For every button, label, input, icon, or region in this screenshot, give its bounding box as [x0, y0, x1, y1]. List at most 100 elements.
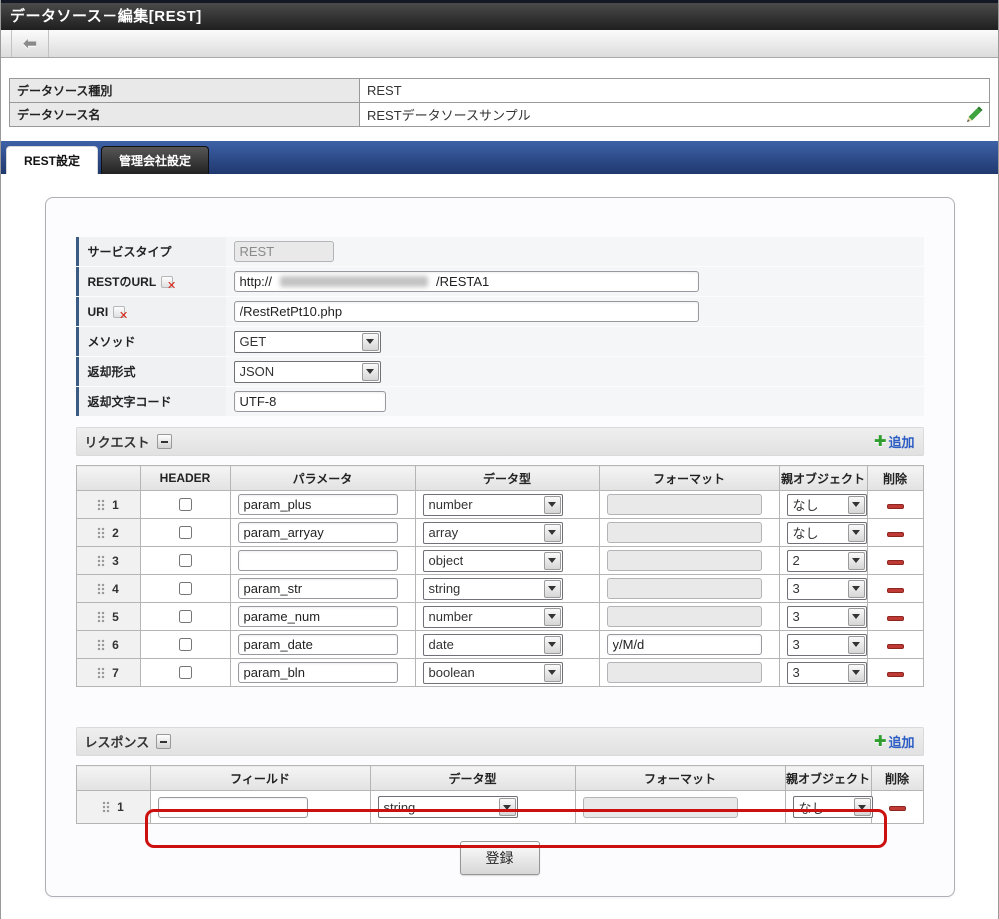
header-checkbox[interactable]	[179, 498, 192, 511]
header-checkbox[interactable]	[179, 526, 192, 539]
datatype-select[interactable]: boolean	[423, 662, 563, 684]
parameter-input[interactable]	[238, 578, 398, 599]
format-input	[607, 662, 762, 683]
parameter-input[interactable]	[238, 494, 398, 515]
add-response-row-button[interactable]: ✚ 追加	[874, 732, 915, 751]
format-input[interactable]	[607, 634, 762, 655]
field-input[interactable]	[158, 797, 308, 818]
rest-url-input[interactable]: http:// /RESTA1	[234, 271, 699, 292]
parameter-input[interactable]	[238, 606, 398, 627]
drag-handle-icon[interactable]	[97, 499, 105, 511]
parameter-input[interactable]	[238, 550, 398, 571]
dropdown-arrow-icon	[848, 496, 865, 514]
add-request-row-button[interactable]: ✚ 追加	[874, 432, 915, 451]
table-row: 6 date 3	[76, 631, 923, 659]
drag-handle-icon[interactable]	[102, 801, 110, 813]
parent-object-select[interactable]: なし	[787, 522, 867, 544]
format-input	[583, 797, 738, 818]
return-charset-input[interactable]	[234, 391, 386, 412]
delete-row-icon[interactable]	[887, 588, 904, 593]
dropdown-arrow-icon	[848, 664, 865, 682]
header-checkbox[interactable]	[179, 638, 192, 651]
tab-rest-settings[interactable]: REST設定	[6, 146, 98, 174]
form-row: 返却文字コード	[76, 387, 924, 416]
tab-admin-company-settings[interactable]: 管理会社設定	[101, 146, 209, 174]
header-checkbox[interactable]	[179, 666, 192, 679]
row-number: 1	[117, 800, 124, 814]
response-section-header: レスポンス ✚ 追加	[76, 727, 924, 756]
field-label: サービスタイプ	[88, 243, 172, 260]
header-checkbox[interactable]	[179, 610, 192, 623]
dropdown-arrow-icon	[544, 552, 561, 570]
header-checkbox[interactable]	[179, 554, 192, 567]
row-number: 3	[112, 554, 119, 568]
collapse-button[interactable]	[156, 734, 171, 749]
back-button[interactable]: ⬅	[12, 30, 49, 57]
parent-object-select[interactable]: 3	[787, 606, 867, 628]
selected-option: GET	[240, 334, 267, 349]
parent-object-select[interactable]: なし	[793, 796, 873, 818]
method-select[interactable]: GET	[234, 331, 381, 353]
request-section-header: リクエスト ✚ 追加	[76, 427, 924, 456]
drag-handle-icon[interactable]	[97, 667, 105, 679]
drag-handle-icon[interactable]	[97, 555, 105, 567]
parameter-input[interactable]	[238, 662, 398, 683]
format-input	[607, 550, 762, 571]
delete-row-icon[interactable]	[887, 616, 904, 621]
parent-object-select[interactable]: なし	[787, 494, 867, 516]
selected-option: なし	[799, 798, 825, 817]
parent-object-select[interactable]: 3	[787, 578, 867, 600]
uri-input[interactable]	[234, 301, 699, 322]
return-format-select[interactable]: JSON	[234, 361, 381, 383]
required-icon: ✕	[161, 276, 173, 288]
toolbar-divider	[1, 30, 12, 57]
row-number: 4	[112, 582, 119, 596]
delete-row-icon[interactable]	[889, 806, 906, 811]
parameter-input[interactable]	[238, 634, 398, 655]
datatype-select[interactable]: number	[423, 606, 563, 628]
drag-handle-icon[interactable]	[97, 639, 105, 651]
header-checkbox[interactable]	[179, 582, 192, 595]
delete-row-icon[interactable]	[887, 504, 904, 509]
dropdown-arrow-icon	[544, 496, 561, 514]
datatype-select[interactable]: array	[423, 522, 563, 544]
uri-label: URI✕	[76, 297, 226, 326]
toolbar: ⬅	[1, 30, 998, 58]
delete-row-icon[interactable]	[887, 672, 904, 677]
delete-row-icon[interactable]	[887, 560, 904, 565]
parent-object-select[interactable]: 3	[787, 634, 867, 656]
selected-option: string	[429, 581, 461, 596]
table-row: 2 array なし	[76, 519, 923, 547]
delete-row-icon[interactable]	[887, 532, 904, 537]
rest-url-label: RESTのURL✕	[76, 267, 226, 296]
delete-row-icon[interactable]	[887, 644, 904, 649]
drag-handle-icon[interactable]	[97, 527, 105, 539]
return-format-label: 返却形式	[76, 357, 226, 386]
selected-option: 3	[793, 581, 800, 596]
datatype-select[interactable]: date	[423, 634, 563, 656]
row-number: 7	[112, 666, 119, 680]
field-label: 返却文字コード	[88, 393, 172, 410]
parent-object-select[interactable]: 3	[787, 662, 867, 684]
datatype-select[interactable]: string	[378, 796, 518, 818]
parameter-input[interactable]	[238, 522, 398, 543]
form-row: メソッド GET	[76, 327, 924, 356]
edit-pencil-icon[interactable]	[964, 105, 984, 125]
drag-handle-icon[interactable]	[97, 583, 105, 595]
format-input	[607, 606, 762, 627]
datatype-select[interactable]: object	[423, 550, 563, 572]
collapse-button[interactable]	[157, 434, 172, 449]
table-row: 3 object 2	[76, 547, 923, 575]
datatype-select[interactable]: number	[423, 494, 563, 516]
drag-handle-icon[interactable]	[97, 611, 105, 623]
datatype-select[interactable]: string	[423, 578, 563, 600]
selected-option: object	[429, 553, 464, 568]
col-field: フィールド	[150, 766, 370, 791]
table-row: データソース種別 REST	[10, 79, 990, 103]
field-label: URI	[88, 305, 109, 319]
table-header-row: フィールド データ型 フォーマット 親オブジェクト 削除	[76, 766, 923, 791]
col-parameter: パラメータ	[230, 466, 415, 491]
url-prefix-text: http://	[240, 272, 273, 291]
register-button[interactable]: 登録	[460, 841, 540, 875]
parent-object-select[interactable]: 2	[787, 550, 867, 572]
